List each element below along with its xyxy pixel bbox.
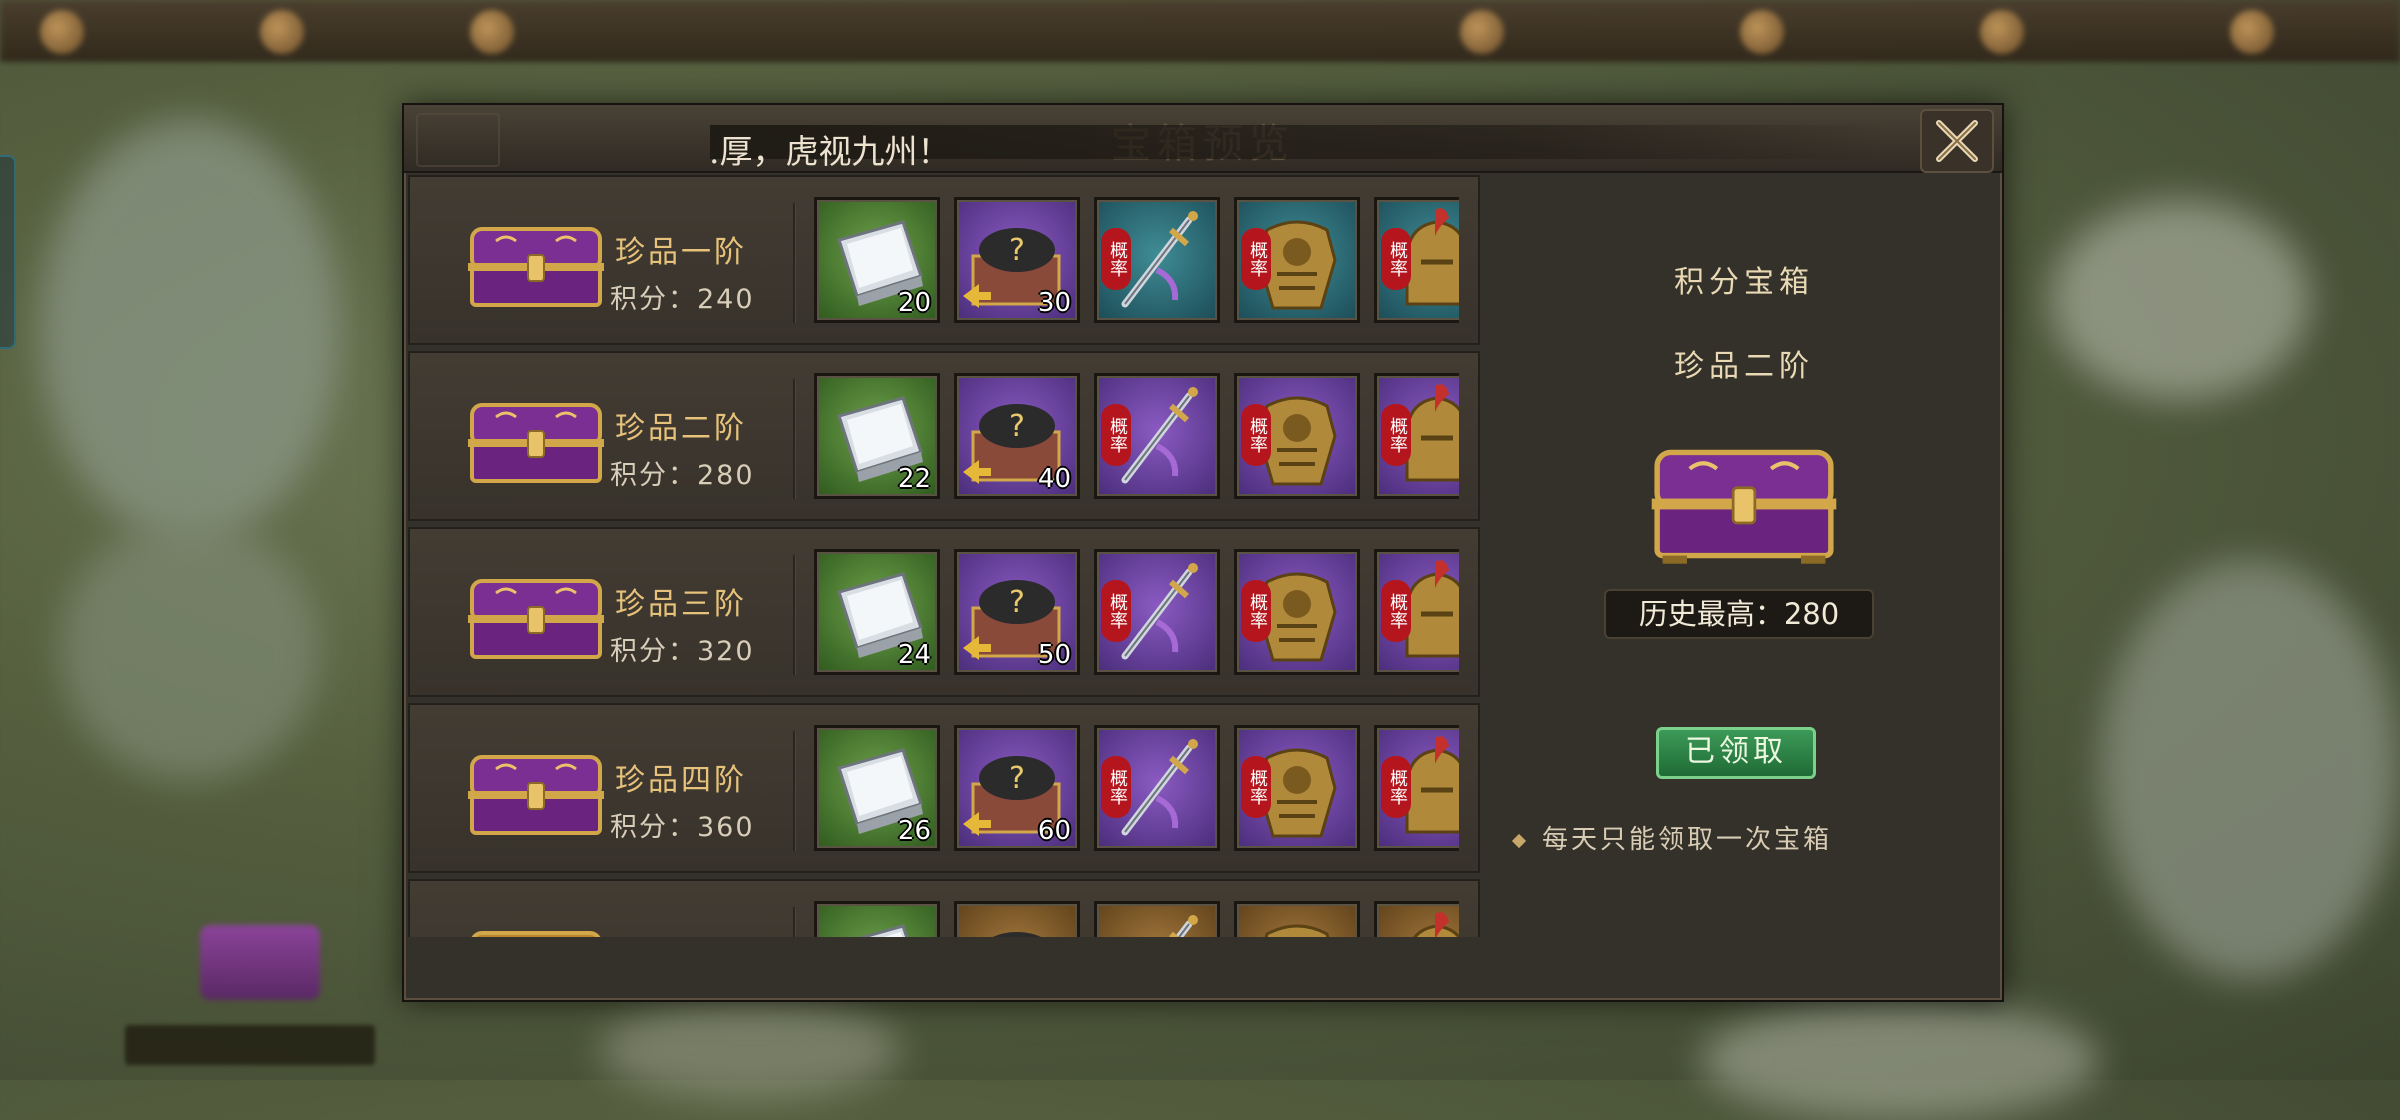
- svg-text:?: ?: [1009, 409, 1025, 444]
- chest-preview-dialog: 宝箱预览 .厚，虎视九州！ 珍品一阶积分：24020?30概率概率概率珍品二阶积…: [402, 103, 2004, 1002]
- treasure-chest-icon: [468, 227, 604, 307]
- reward-item[interactable]: 概率: [1094, 373, 1220, 499]
- tier-list[interactable]: 珍品一阶 积分：240 20? 30 概率 概率 概率 珍品二阶 积分：280 22? 40 概率 概率…: [408, 175, 1480, 937]
- probability-tag: 概率: [1241, 228, 1271, 290]
- probability-tag: 概率: [1101, 404, 1131, 466]
- reward-item[interactable]: 概率: [1234, 725, 1360, 851]
- probability-tag: 概率: [1381, 580, 1411, 642]
- announcement-text: .厚，虎视九州！: [709, 132, 951, 171]
- dialog-titlebar: 宝箱预览 .厚，虎视九州！: [404, 105, 2002, 173]
- row-divider: [793, 379, 795, 499]
- treasure-chest-icon: [468, 579, 604, 659]
- probability-tag: 概率: [1381, 404, 1411, 466]
- reward-item[interactable]: 22: [814, 373, 940, 499]
- claimed-button[interactable]: 已领取: [1656, 727, 1816, 779]
- reward-item[interactable]: 概率: [1374, 197, 1459, 323]
- row-divider: [793, 907, 795, 937]
- treasure-chest-icon: [468, 755, 604, 835]
- reward-item[interactable]: [814, 901, 940, 937]
- tier-score: 积分：280: [610, 460, 755, 491]
- reward-items: 24? 50 概率 概率 概率: [814, 549, 1459, 679]
- side-tab[interactable]: [0, 155, 16, 349]
- row-divider: [793, 203, 795, 323]
- side-panel-tier: 珍品二阶: [1674, 349, 1814, 384]
- row-divider: [793, 731, 795, 851]
- reward-items: 22? 40 概率 概率 概率: [814, 373, 1459, 503]
- tier-row[interactable]: 珍品一阶 积分：240 20? 30 概率 概率 概率: [408, 175, 1480, 345]
- reward-item[interactable]: ?: [954, 901, 1080, 937]
- reward-item[interactable]: 概率: [1374, 549, 1459, 675]
- reward-items: 20? 30 概率 概率 概率: [814, 197, 1459, 327]
- tier-row[interactable]: 珍品三阶 积分：320 24? 50 概率 概率 概率: [408, 527, 1480, 697]
- tier-row[interactable]: ?: [408, 879, 1480, 937]
- daily-limit-note-text: 每天只能领取一次宝箱: [1542, 825, 1833, 855]
- background-label: [125, 1025, 375, 1065]
- diamond-bullet-icon: [1511, 833, 1527, 848]
- reward-item[interactable]: 24: [814, 549, 940, 675]
- reward-item[interactable]: 概率: [1094, 725, 1220, 851]
- tier-score: 积分：360: [610, 812, 755, 843]
- tier-score: 积分：320: [610, 636, 755, 667]
- reward-item[interactable]: ? 60: [954, 725, 1080, 851]
- reward-item[interactable]: 概率: [1234, 197, 1360, 323]
- top-resource-bar: [0, 0, 2400, 62]
- side-panel-title: 积分宝箱: [1674, 265, 1814, 300]
- close-icon: [1936, 120, 1978, 162]
- reward-item[interactable]: ? 40: [954, 373, 1080, 499]
- history-high-score: 历史最高：280: [1604, 589, 1874, 639]
- dialog-footer: [408, 941, 1480, 991]
- tier-row[interactable]: 珍品四阶 积分：360 26? 60 概率 概率 概率: [408, 703, 1480, 873]
- reward-item[interactable]: 概率: [1094, 549, 1220, 675]
- background-chest-icon[interactable]: [200, 925, 320, 1000]
- row-divider: [793, 555, 795, 675]
- tier-name: 珍品三阶: [615, 587, 747, 622]
- probability-tag: 概率: [1101, 228, 1131, 290]
- svg-text:?: ?: [1009, 585, 1025, 620]
- tier-name: 珍品四阶: [615, 763, 747, 798]
- reward-item[interactable]: [1234, 901, 1360, 937]
- reward-item[interactable]: 概率: [1374, 373, 1459, 499]
- probability-tag: 概率: [1381, 756, 1411, 818]
- probability-tag: 概率: [1241, 580, 1271, 642]
- svg-text:?: ?: [1009, 233, 1025, 268]
- probability-tag: 概率: [1101, 756, 1131, 818]
- reward-item[interactable]: [1094, 901, 1220, 937]
- item-count: 24: [897, 640, 931, 670]
- item-count: 20: [897, 288, 931, 318]
- reward-item[interactable]: 概率: [1094, 197, 1220, 323]
- close-button[interactable]: [1920, 109, 1994, 173]
- reward-item[interactable]: 概率: [1374, 725, 1459, 851]
- treasure-chest-icon: [471, 931, 601, 937]
- tier-name: 珍品二阶: [615, 411, 747, 446]
- reward-items: ?: [814, 901, 1459, 937]
- treasure-chest-icon: [1651, 449, 1837, 564]
- reward-item[interactable]: 20: [814, 197, 940, 323]
- probability-tag: 概率: [1381, 228, 1411, 290]
- tier-row[interactable]: 珍品二阶 积分：280 22? 40 概率 概率 概率: [408, 351, 1480, 521]
- tier-name: 珍品一阶: [615, 235, 747, 270]
- item-count: 60: [1037, 816, 1071, 846]
- probability-tag: 概率: [1101, 580, 1131, 642]
- reward-item[interactable]: ? 50: [954, 549, 1080, 675]
- reward-item[interactable]: 概率: [1234, 549, 1360, 675]
- item-count: 30: [1037, 288, 1071, 318]
- probability-tag: 概率: [1241, 756, 1271, 818]
- item-count: 26: [897, 816, 931, 846]
- item-count: 50: [1037, 640, 1071, 670]
- daily-limit-note: 每天只能领取一次宝箱: [1511, 819, 1833, 856]
- reward-item[interactable]: 26: [814, 725, 940, 851]
- tier-score: 积分：240: [610, 284, 755, 315]
- probability-tag: 概率: [1241, 404, 1271, 466]
- svg-text:?: ?: [1009, 761, 1025, 796]
- item-count: 22: [897, 464, 931, 494]
- reward-item[interactable]: 概率: [1234, 373, 1360, 499]
- reward-item[interactable]: ? 30: [954, 197, 1080, 323]
- treasure-chest-icon: [468, 403, 604, 483]
- reward-items: 26? 60 概率 概率 概率: [814, 725, 1459, 855]
- reward-item[interactable]: [1374, 901, 1459, 937]
- item-count: 40: [1037, 464, 1071, 494]
